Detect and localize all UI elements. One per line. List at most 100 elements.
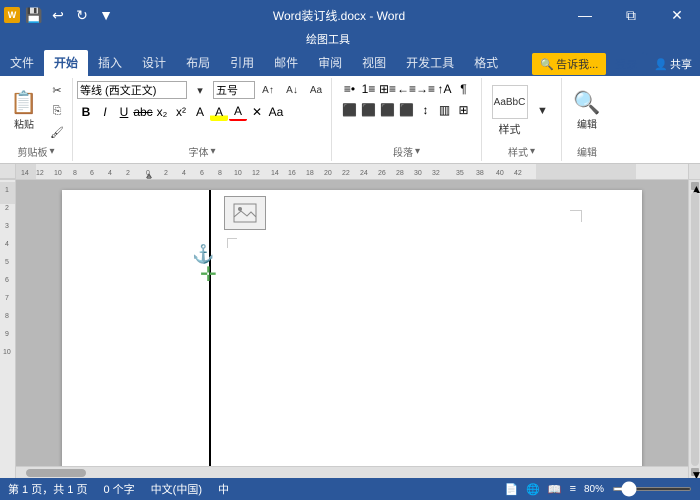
font-name-input[interactable] [77, 81, 187, 99]
ribbon-group-paragraph: ≡• 1≡ ⊞≡ ←≡ →≡ ↑A ¶ ⬛ ⬛ ⬛ ⬛ ↕ ▥ ⊞ 段落 ▾ [332, 78, 482, 161]
border-button[interactable]: ⊞ [455, 101, 473, 119]
tab-insert[interactable]: 插入 [88, 50, 132, 76]
scroll-thumb[interactable] [691, 192, 699, 466]
paste-icon: 📋 [10, 92, 37, 114]
restore-button[interactable]: ⧉ [608, 0, 654, 30]
tab-format[interactable]: 格式 [464, 50, 508, 76]
font-expand-icon[interactable]: ▾ [189, 80, 211, 100]
layout-web-button[interactable]: 🌐 [526, 483, 540, 496]
save-button[interactable]: 💾 [24, 5, 44, 25]
svg-text:42: 42 [514, 170, 522, 177]
move-cursor[interactable]: ✛ [200, 262, 217, 287]
word-count: 0 个字 [103, 481, 134, 497]
minimize-button[interactable]: — [562, 0, 608, 30]
svg-text:28: 28 [396, 170, 404, 177]
clipboard-expand-icon[interactable]: ▾ [49, 146, 54, 157]
layout-read-button[interactable]: 📖 [548, 483, 562, 496]
font-size-grow-button[interactable]: A↑ [257, 80, 279, 100]
svg-text:8: 8 [73, 170, 77, 177]
underline-button[interactable]: U [115, 103, 133, 121]
share-button[interactable]: 👤 共享 [646, 53, 700, 75]
zoom-slider[interactable] [612, 487, 692, 491]
ribbon-group-font: ▾ A↑ A↓ Aa B I U abc x₂ x² A A A ✕ Aa 字体 [73, 78, 332, 161]
vertical-scrollbar[interactable]: ▲ ▼ [688, 180, 700, 478]
image-icon [233, 203, 257, 223]
numbered-list-button[interactable]: 1≡ [360, 80, 378, 98]
document-page[interactable]: ⚓ ✛ [62, 190, 642, 478]
styles-content: AaBbC 样式 ▼ [490, 80, 554, 142]
svg-text:26: 26 [378, 170, 386, 177]
justify-button[interactable]: ⬛ [398, 101, 416, 119]
show-marks-button[interactable]: ¶ [455, 80, 473, 98]
redo-button[interactable]: ↻ [72, 5, 92, 25]
content-row: 1 2 3 4 5 6 7 8 9 10 [0, 180, 700, 478]
align-left-button[interactable]: ⬛ [341, 101, 359, 119]
scroll-up-button[interactable]: ▲ [691, 182, 699, 190]
multilevel-list-button[interactable]: ⊞≡ [379, 80, 397, 98]
quick-access-more-button[interactable]: ▼ [96, 5, 116, 25]
font-group-label: 字体 [188, 144, 208, 159]
sort-button[interactable]: ↑A [436, 80, 454, 98]
horizontal-scrollbar[interactable] [16, 466, 688, 478]
italic-button[interactable]: I [96, 103, 114, 121]
paste-button[interactable]: 📋 粘贴 [4, 83, 44, 139]
styles-gallery-button[interactable]: AaBbC 样式 [490, 83, 530, 139]
tab-developer[interactable]: 开发工具 [396, 50, 464, 76]
shading-button[interactable]: ▥ [436, 101, 454, 119]
styles-preview: AaBbC [492, 85, 528, 119]
styles-expand-btn[interactable]: ▾ [530, 146, 535, 157]
document-area[interactable]: ⚓ ✛ [16, 180, 688, 478]
text-effects-button[interactable]: A [191, 103, 209, 121]
paragraph-expand-btn[interactable]: ▾ [415, 146, 420, 157]
clipboard-label: 剪贴板 ▾ [17, 144, 54, 159]
align-right-button[interactable]: ⬛ [379, 101, 397, 119]
font-color-button[interactable]: A [229, 103, 247, 121]
tab-layout[interactable]: 布局 [176, 50, 220, 76]
font-size-shrink-button[interactable]: A↓ [281, 80, 303, 100]
increase-indent-button[interactable]: →≡ [417, 80, 435, 98]
superscript-button[interactable]: x² [172, 103, 190, 121]
styles-more-button[interactable]: ▼ [532, 101, 554, 121]
cut-button[interactable]: ✂ [46, 80, 68, 100]
tab-design[interactable]: 设计 [132, 50, 176, 76]
title-bar-title: Word装订线.docx - Word [116, 7, 562, 24]
tab-home[interactable]: 开始 [44, 50, 88, 76]
tab-file[interactable]: 文件 [0, 50, 44, 76]
zoom-level-label: 80% [584, 484, 604, 495]
bullet-list-button[interactable]: ≡• [341, 80, 359, 98]
clear-format-button[interactable]: ✕ [248, 103, 266, 121]
svg-text:24: 24 [360, 170, 368, 177]
tab-review[interactable]: 审阅 [308, 50, 352, 76]
font-more-button[interactable]: Aa [267, 103, 285, 121]
bold-button[interactable]: B [77, 103, 95, 121]
copy-button[interactable]: ⎘ [46, 101, 68, 121]
image-placeholder[interactable] [224, 196, 266, 230]
close-button[interactable]: ✕ [654, 0, 700, 30]
tab-mailings[interactable]: 邮件 [264, 50, 308, 76]
tab-references[interactable]: 引用 [220, 50, 264, 76]
tab-view[interactable]: 视图 [352, 50, 396, 76]
layout-print-button[interactable]: 📄 [504, 483, 518, 496]
svg-text:8: 8 [5, 313, 9, 320]
change-case-button[interactable]: Aa [305, 80, 327, 100]
clipboard-content: 📋 粘贴 ✂ ⎘ 🖌 [4, 80, 68, 142]
format-painter-button[interactable]: 🖌 [46, 122, 68, 142]
svg-text:14: 14 [271, 170, 279, 177]
subscript-button[interactable]: x₂ [153, 103, 171, 121]
highlight-button[interactable]: A [210, 103, 228, 121]
decrease-indent-button[interactable]: ←≡ [398, 80, 416, 98]
font-expand-btn[interactable]: ▾ [210, 146, 215, 157]
scroll-down-button[interactable]: ▼ [691, 468, 699, 476]
font-size-input[interactable] [213, 81, 255, 99]
strikethrough-button[interactable]: abc [134, 103, 152, 121]
find-replace-button[interactable]: 🔍 编辑 [567, 83, 607, 139]
scrollbar-thumb[interactable] [26, 469, 86, 477]
undo-button[interactable]: ↩ [48, 5, 68, 25]
tell-me-button[interactable]: 🔍 告诉我... [532, 53, 606, 75]
align-center-button[interactable]: ⬛ [360, 101, 378, 119]
ruler-svg: 14 12 10 8 6 4 2 0 2 4 6 8 10 12 14 16 1… [16, 164, 688, 179]
line-spacing-button[interactable]: ↕ [417, 101, 435, 119]
login-button[interactable]: 登录 [608, 52, 644, 76]
page-content[interactable] [62, 190, 642, 478]
layout-outline-button[interactable]: ≡ [570, 483, 576, 495]
